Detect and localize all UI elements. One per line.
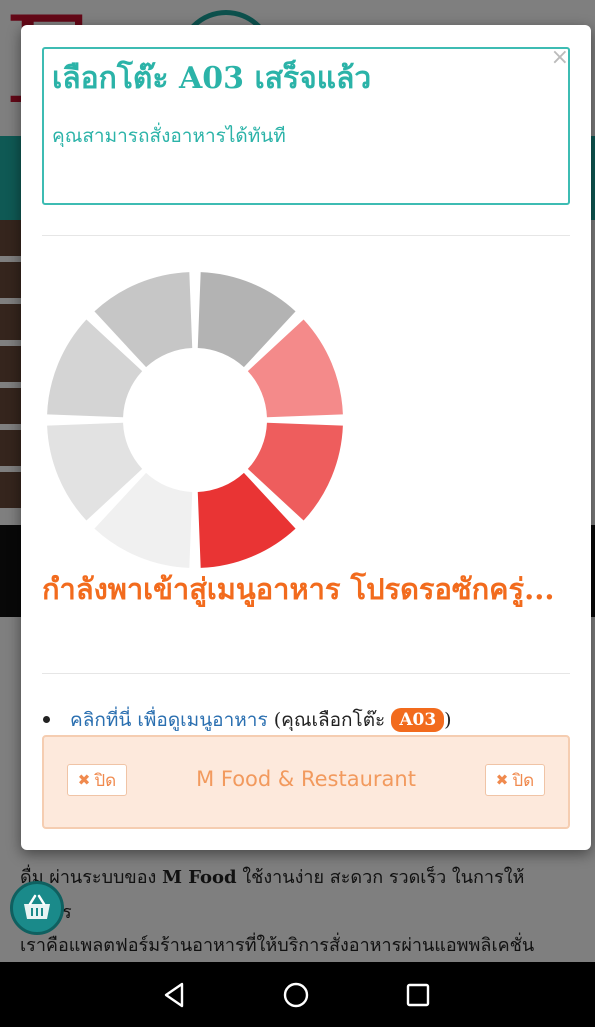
menu-note: (คุณเลือกโต๊ะ <box>267 709 392 731</box>
success-alert: เลือกโต๊ะ A03 เสร็จแล้ว คุณสามารถสั่งอาห… <box>42 47 570 205</box>
loading-message: กำลังพาเข้าสู่เมนูอาหาร โปรดรอซักครู่... <box>42 572 555 606</box>
shopping-basket-icon <box>24 894 50 919</box>
alert-title: เลือกโต๊ะ A03 เสร็จแล้ว <box>52 61 372 96</box>
view-menu-link[interactable]: คลิกที่นี่ เพื่อดูเมนูอาหาร <box>70 709 268 731</box>
modal-footer: ✖ ปิด M Food & Restaurant ✖ ปิด <box>42 735 570 829</box>
alert-subtitle: คุณสามารถสั่งอาหารได้ทันที <box>52 125 286 147</box>
menu-link-item: คลิกที่นี่ เพื่อดูเมนูอาหาร (คุณเลือกโต๊… <box>42 705 570 735</box>
home-circle-icon[interactable] <box>281 980 311 1010</box>
close-x-icon: ✖ <box>495 771 509 789</box>
divider <box>42 673 570 674</box>
recent-apps-square-icon[interactable] <box>403 980 433 1010</box>
table-selected-modal: เลือกโต๊ะ A03 เสร็จแล้ว คุณสามารถสั่งอาห… <box>21 25 591 850</box>
table-badge: A03 <box>391 708 445 732</box>
cart-button[interactable] <box>10 881 64 935</box>
close-icon[interactable]: × <box>551 47 569 69</box>
close-button-right[interactable]: ✖ ปิด <box>485 764 545 796</box>
close-button-label: ปิด <box>512 770 535 791</box>
bullet-icon <box>43 716 50 723</box>
loading-spinner-icon <box>47 272 343 568</box>
menu-note-close: ) <box>444 709 452 731</box>
system-nav-bar <box>0 962 595 1027</box>
back-triangle-icon[interactable] <box>160 980 190 1010</box>
divider <box>42 235 570 236</box>
